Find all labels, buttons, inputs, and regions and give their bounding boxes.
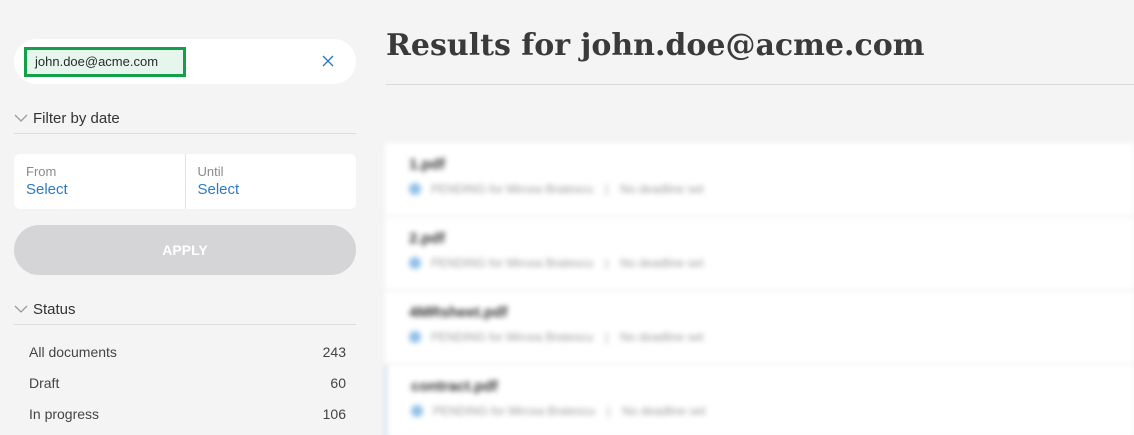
list-item[interactable]: 4MRsheet.pdf PENDING for Mircea Bratescu… (385, 291, 1134, 365)
status-dot-icon (409, 331, 421, 343)
document-deadline: No deadline set (620, 256, 704, 270)
document-name: 1.pdf (409, 156, 445, 173)
search-box[interactable]: john.doe@acme.com (14, 39, 356, 84)
divider (386, 84, 1134, 85)
status-item-all-documents[interactable]: All documents 243 (14, 336, 356, 367)
from-date-field[interactable]: From Select (14, 154, 185, 209)
page-title: Results for john.doe@acme.com (386, 28, 925, 63)
document-meta: PENDING for Mircea Bratescu | No deadlin… (409, 182, 1110, 196)
until-label: Until (197, 164, 224, 179)
separator: | (605, 182, 609, 196)
status-toggle[interactable]: Status (14, 295, 356, 325)
results-panel: Results for john.doe@acme.com 1.pdf PEND… (370, 0, 1134, 435)
list-item[interactable]: 1.pdf PENDING for Mircea Bratescu | No d… (385, 143, 1134, 217)
separator: | (605, 256, 609, 270)
document-deadline: No deadline set (620, 330, 704, 344)
close-icon[interactable] (320, 53, 336, 69)
status-heading: Status (33, 301, 76, 318)
status-dot-icon (409, 183, 421, 195)
status-dot-icon (411, 405, 423, 417)
until-select-link[interactable]: Select (198, 180, 345, 200)
status-item-count: 243 (322, 343, 346, 360)
document-meta: PENDING for Mircea Bratescu | No deadlin… (409, 330, 1110, 344)
until-date-field[interactable]: Until Select (184, 154, 357, 209)
status-dot-icon (409, 257, 421, 269)
separator: | (605, 330, 609, 344)
date-range: From Select Until Select (14, 154, 356, 209)
status-item-label: Draft (29, 374, 60, 391)
status-item-label: All documents (29, 343, 117, 360)
apply-button[interactable]: APPLY (14, 225, 356, 275)
document-status: PENDING for Mircea Bratescu (431, 182, 594, 196)
document-list: 1.pdf PENDING for Mircea Bratescu | No d… (385, 143, 1134, 435)
separator: | (607, 404, 611, 418)
chevron-down-icon (14, 113, 32, 125)
document-name: 2.pdf (409, 230, 445, 247)
from-label: From (26, 164, 57, 179)
chevron-down-icon (14, 304, 32, 316)
status-item-in-progress[interactable]: In progress 106 (14, 398, 356, 429)
document-deadline: No deadline set (622, 404, 706, 418)
document-deadline: No deadline set (620, 182, 704, 196)
document-status: PENDING for Mircea Bratescu (431, 256, 594, 270)
document-meta: PENDING for Mircea Bratescu | No deadlin… (409, 256, 1110, 270)
status-item-count: 106 (322, 405, 346, 422)
status-item-count: 60 (330, 374, 346, 391)
search-query-chip[interactable]: john.doe@acme.com (24, 47, 186, 77)
list-item[interactable]: contract.pdf PENDING for Mircea Bratescu… (385, 365, 1134, 435)
document-name: contract.pdf (411, 378, 498, 395)
status-item-draft[interactable]: Draft 60 (14, 367, 356, 398)
document-status: PENDING for Mircea Bratescu (433, 404, 596, 418)
list-item[interactable]: 2.pdf PENDING for Mircea Bratescu | No d… (385, 217, 1134, 291)
from-select-link[interactable]: Select (26, 180, 173, 200)
document-status: PENDING for Mircea Bratescu (431, 330, 594, 344)
filter-by-date-toggle[interactable]: Filter by date (14, 104, 356, 134)
sidebar: john.doe@acme.com Filter by date From Se… (0, 0, 370, 435)
status-item-label: In progress (29, 405, 100, 422)
filter-by-date-heading: Filter by date (33, 110, 120, 127)
document-name: 4MRsheet.pdf (409, 304, 508, 321)
status-list: All documents 243 Draft 60 In progress 1… (14, 336, 356, 429)
document-meta: PENDING for Mircea Bratescu | No deadlin… (411, 404, 1110, 418)
